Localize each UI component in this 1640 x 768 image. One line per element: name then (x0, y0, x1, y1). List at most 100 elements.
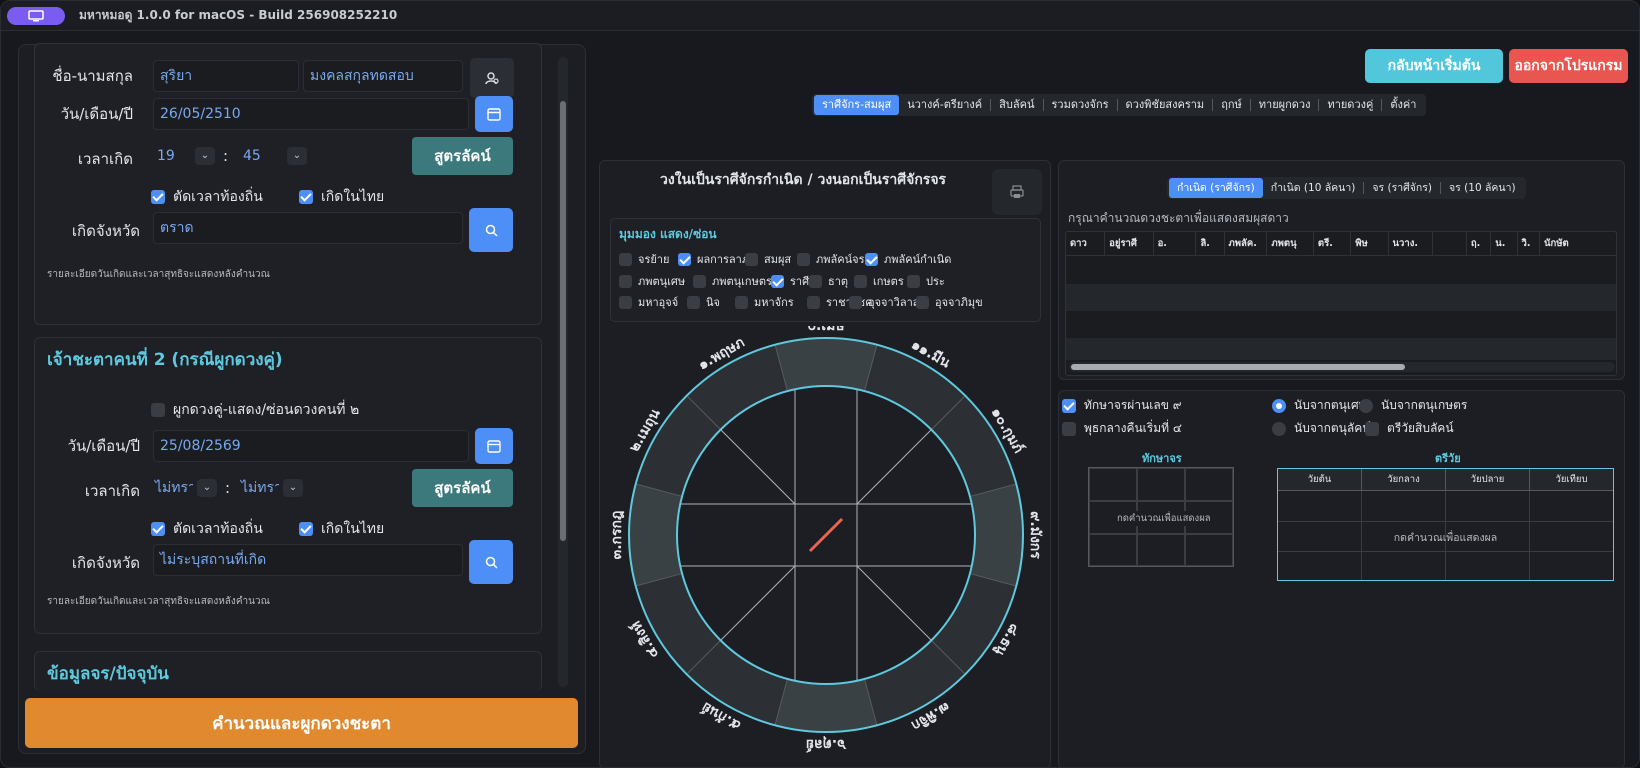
checkbox-unchecked (687, 295, 700, 309)
title-bar: มหาหมอดู 1.0.0 for macOS - Build 2569082… (1, 1, 1639, 31)
view-option[interactable]: อุจจาภิมุข (916, 293, 983, 311)
province-search-button[interactable] (469, 208, 513, 252)
person2-section-title: เจ้าชะตาคนที่ 2 (กรณีผูกดวงคู่) (47, 350, 283, 370)
person-lookup-button[interactable] (470, 58, 514, 98)
table-hscroll-thumb[interactable] (1071, 364, 1405, 370)
birth-date-input[interactable]: 26/05/2510 (153, 98, 469, 130)
left-scrollbar[interactable] (558, 57, 568, 687)
province-label: เกิดจังหวัด (71, 222, 140, 240)
minute-select-2[interactable]: ไม่ทรา ⌄ (239, 476, 309, 500)
monitor-icon (28, 9, 44, 21)
view-option[interactable]: ภพตนุเกษตร (693, 272, 772, 290)
zodiac-sign-label: ๓.กรกฎ (609, 511, 625, 560)
tab-birth-zodiac[interactable]: กำเนิด (ราศีจักร) (1169, 178, 1263, 198)
tab-predict[interactable]: ทายผูกดวง (1251, 95, 1319, 115)
left-scrollbar-thumb[interactable] (560, 101, 566, 541)
tab-settings[interactable]: ตั้งค่า (1382, 95, 1424, 115)
view-option[interactable]: ผลการลาภ (678, 250, 749, 268)
local-time-checkbox[interactable]: ตัดเวลาท้องถิ่น (151, 186, 263, 208)
view-option[interactable]: ภพตนุเศษ (619, 272, 685, 290)
checkbox-unchecked (916, 295, 929, 309)
checkbox-unchecked (151, 403, 165, 417)
date-label: วัน/เดือน/ปี (67, 437, 140, 455)
view-option[interactable]: จรย้าย (619, 250, 669, 268)
minute-select[interactable]: 45 ⌄ (239, 144, 311, 168)
radio-tanu-lagna[interactable]: นับจากตนุลัคน์ (1272, 419, 1370, 438)
exit-button[interactable]: ออกจากโปรแกรม (1509, 49, 1628, 83)
view-option[interactable]: มหาจักร (735, 293, 794, 311)
checkbox-unchecked (797, 252, 810, 266)
planet-table-panel: กำเนิด (ราศีจักร) กำเนิด (10 ลัคนา) จร (… (1058, 160, 1625, 380)
table-prompt: กรุณาคำนวณดวงชะตาเพื่อแสดงสมผุสดาว (1068, 211, 1289, 225)
calendar-button[interactable] (475, 96, 513, 132)
view-option[interactable]: เกษตร (854, 272, 904, 290)
tab-couple[interactable]: ทายดวงคู่ (1319, 95, 1381, 115)
tab-ten-lagna[interactable]: สิบลัคน์ (991, 95, 1042, 115)
radio1-label: นับจากตนุเศษ (1294, 398, 1367, 412)
view-option[interactable]: สมผุส (745, 250, 791, 268)
home-button[interactable]: กลับหน้าเริ่มต้น (1365, 49, 1503, 83)
chevron-down-icon: ⌄ (197, 479, 217, 497)
checkbox-checked (1062, 398, 1076, 413)
birth-note-2: รายละเอียดวันเกิดและเวลาสุทธิจะแสดงหลังค… (47, 596, 270, 607)
province-search-button-2[interactable] (469, 540, 513, 584)
formula-button[interactable]: สูตรลัคน์ (412, 137, 513, 175)
hour-select-2[interactable]: ไม่ทรา ⌄ (153, 476, 219, 500)
checkbox-checked (771, 274, 784, 288)
person2-card: เจ้าชะตาคนที่ 2 (กรณีผูกดวงคู่) ผูกดวงคู… (34, 337, 542, 634)
trai-checkbox[interactable]: ตรีวัยสิบลัคน์ (1365, 419, 1454, 438)
table-column-header: วิ. (1518, 232, 1541, 255)
table-hscroll[interactable] (1069, 362, 1615, 372)
pair-checkbox[interactable]: ผูกดวงคู่-แสดง/ซ่อนดวงคนที่ ๒ (151, 399, 359, 421)
tab-transit-10[interactable]: จร (10 ลัคนา) (1441, 178, 1524, 198)
tab-auspicious[interactable]: ฤกษ์ (1213, 95, 1250, 115)
view-option[interactable]: ประ (907, 272, 945, 290)
table-column-header: ภพลัค. (1225, 232, 1268, 255)
checkbox-unchecked (854, 274, 867, 288)
tab-war[interactable]: ดวงพิชัยสงคราม (1118, 95, 1213, 115)
time-separator: : (225, 479, 231, 497)
born-thai-checkbox-2[interactable]: เกิดในไทย (299, 518, 384, 540)
tab-navang[interactable]: นวางค์-ตรียางค์ (899, 95, 990, 115)
trai-header: วัยต้น วัยกลาง วัยปลาย วัยเทียบ (1278, 469, 1613, 491)
radio-tanu-sesh[interactable]: นับจากตนุเศษ (1272, 396, 1366, 415)
current-section-title: ข้อมูลจร/ปัจจุบัน (47, 664, 169, 684)
checkbox-unchecked (1365, 421, 1379, 436)
view-option[interactable]: อุจจาวิลาส (849, 293, 919, 311)
tab-birth-10[interactable]: กำเนิด (10 ลัคนา) (1263, 178, 1364, 198)
tab-combined[interactable]: รวมดวงจักร (1044, 95, 1117, 115)
tab-transit-zodiac[interactable]: จร (ราศีจักร) (1364, 178, 1440, 198)
print-button[interactable] (992, 169, 1042, 215)
view-option[interactable]: นิจ (687, 293, 720, 311)
view-option[interactable]: ธาตุ (809, 272, 848, 290)
view-option[interactable]: ภพลัคน์กำเนิด (865, 250, 951, 268)
tab-zodiac[interactable]: ราศีจักร-สมผุส (814, 95, 900, 115)
taksa-checkbox[interactable]: ทักษาจรผ่านเลข ๙ (1062, 396, 1182, 415)
radio-tanu-kaset[interactable]: นับจากตนุเกษตร (1359, 396, 1467, 415)
province-input[interactable]: ตราด (153, 212, 463, 244)
local-time-checkbox-2[interactable]: ตัดเวลาท้องถิ่น (151, 518, 263, 540)
view-option[interactable]: ราศี (771, 272, 809, 290)
table-column-header: นักษัต (1540, 232, 1616, 255)
table-column-header: น. (1491, 232, 1518, 255)
minute-value-2: ไม่ทรา (241, 480, 279, 496)
calculate-button[interactable]: คำนวณและผูกดวงชะตา (25, 698, 578, 748)
province-input-2[interactable]: ไม่ระบุสถานที่เกิด (153, 544, 463, 576)
view-option[interactable]: ภพลัคน์จร (797, 250, 864, 268)
zodiac-sign-label: ๖.ตุลย์ (806, 736, 847, 753)
view-option-label: นิจ (706, 296, 720, 309)
born-thai-checkbox[interactable]: เกิดในไทย (299, 186, 384, 208)
view-option[interactable]: มหาอุจจ์ (619, 293, 678, 311)
taksa-title: ทักษาจร (1142, 452, 1182, 465)
table-column-header: ลิ. (1196, 232, 1225, 255)
last-name-input[interactable]: มงคลสกุลทดสอบ (303, 60, 463, 92)
wed-night-checkbox[interactable]: พุธกลางคืนเริ่มที่ ๔ (1062, 419, 1182, 438)
calendar-button-2[interactable] (475, 428, 513, 464)
birth-date-input-2[interactable]: 25/08/2569 (153, 430, 469, 462)
province-label: เกิดจังหวัด (71, 554, 140, 572)
first-name-input[interactable]: สุริยา (153, 60, 299, 92)
hour-select[interactable]: 19 ⌄ (153, 144, 217, 168)
zodiac-sector (774, 678, 878, 733)
formula-button-2[interactable]: สูตรลัคน์ (412, 469, 513, 507)
checkbox-unchecked (735, 295, 748, 309)
